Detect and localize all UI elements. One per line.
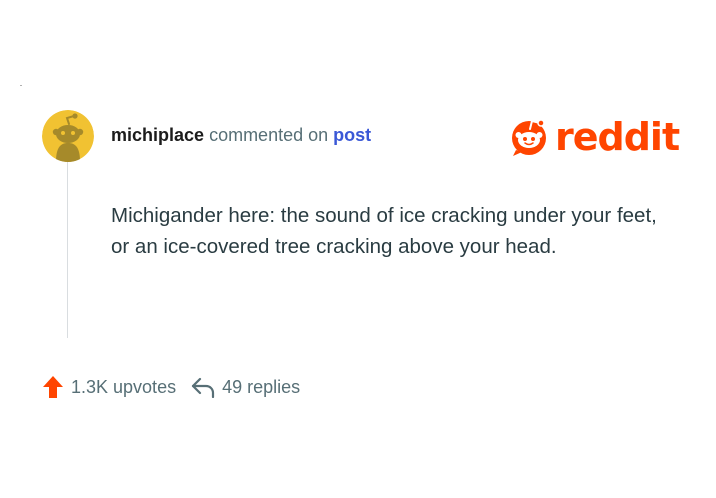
reddit-wordmark: reddit (555, 115, 680, 159)
post-link[interactable]: post (333, 125, 371, 145)
avatar[interactable] (42, 110, 94, 162)
upvote-arrow-icon[interactable] (42, 375, 64, 399)
reply-button[interactable]: 49 replies (191, 376, 300, 398)
comment-header: michiplace commented on post (111, 124, 371, 146)
comment-footer: 1.3K upvotes 49 replies (42, 373, 300, 401)
upvote-count: 1.3K upvotes (71, 376, 177, 397)
username-link[interactable]: michiplace (111, 125, 204, 145)
reddit-snoo-icon (512, 119, 546, 156)
stray-mark (20, 85, 22, 86)
reddit-logo: reddit (510, 113, 680, 161)
commented-on-text: commented on (209, 125, 329, 145)
snoo-avatar-icon (42, 110, 94, 162)
reply-arrow-icon[interactable] (191, 376, 215, 398)
upvote-button[interactable]: 1.3K upvotes (42, 375, 176, 399)
reply-count: 49 replies (222, 376, 301, 397)
thread-line (67, 162, 68, 338)
comment-body: Michigander here: the sound of ice crack… (111, 204, 657, 258)
